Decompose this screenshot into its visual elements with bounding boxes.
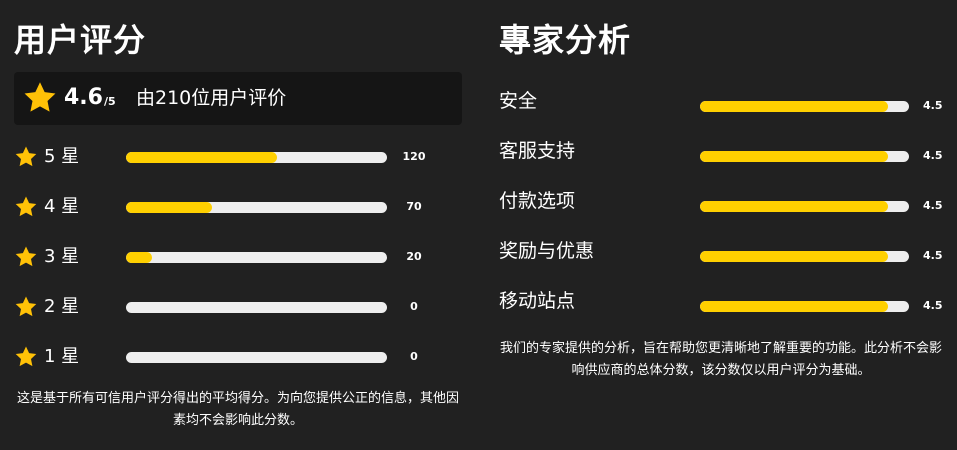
rating-bar-fill (126, 202, 213, 213)
star-row-label: 2 星 (44, 296, 80, 317)
expert-row-score: 4.5 (923, 299, 943, 312)
star-row-3: 3 星 20 (14, 242, 434, 272)
rating-bar (126, 352, 387, 363)
expert-row-label: 安全 (499, 90, 538, 112)
rating-summary: 4.6 /5 由210位用户评价 (14, 72, 462, 125)
star-row-label: 5 星 (44, 146, 80, 167)
rating-bar-fill (126, 152, 278, 163)
star-icon (15, 246, 37, 267)
expert-bar (700, 201, 909, 212)
star-row-count: 0 (410, 350, 418, 363)
expert-row-label: 奖励与优惠 (499, 240, 595, 262)
star-icon (15, 146, 37, 167)
expert-analysis-section: 專家分析 安全 4.5 客服支持 4.5 付款选项 4.5 奖励与优惠 4.5 … (499, 0, 943, 450)
rating-bar (126, 152, 387, 163)
rating-bar (126, 202, 387, 213)
user-ratings-note: 这是基于所有可信用户评分得出的平均得分。为向您提供公正的信息，其他因素均不会影响… (16, 391, 459, 428)
star-row-4: 4 星 70 (14, 192, 434, 222)
expert-analysis-title: 專家分析 (499, 21, 632, 59)
expert-row-score: 4.5 (923, 199, 943, 212)
rating-bar (126, 252, 387, 263)
expert-bar (700, 151, 909, 162)
expert-row-mobile: 移动站点 4.5 (499, 287, 943, 319)
expert-row-label: 客服支持 (499, 140, 576, 162)
star-row-count: 20 (406, 250, 422, 263)
star-row-label: 3 星 (44, 246, 80, 267)
star-row-count: 120 (402, 150, 426, 163)
expert-analysis-note: 我们的专家提供的分析，旨在帮助您更清晰地了解重要的功能。此分析不会影响供应商的总… (499, 341, 942, 378)
expert-row-label: 移动站点 (499, 290, 576, 312)
expert-row-support: 客服支持 4.5 (499, 137, 943, 169)
expert-row-label: 付款选项 (499, 190, 576, 212)
expert-row-score: 4.5 (923, 249, 943, 262)
expert-row-score: 4.5 (923, 149, 943, 162)
star-icon (24, 82, 56, 112)
expert-bar (700, 301, 909, 312)
star-icon (15, 296, 37, 317)
expert-row-payment: 付款选项 4.5 (499, 187, 943, 219)
star-row-label: 4 星 (44, 196, 80, 217)
star-row-2: 2 星 0 (14, 292, 434, 322)
expert-row-safety: 安全 4.5 (499, 87, 943, 119)
expert-row-bonuses: 奖励与优惠 4.5 (499, 237, 943, 269)
user-ratings-section: 用户评分 4.6 /5 由210位用户评价 5 星 120 4 星 70 3 星… (14, 0, 462, 450)
expert-bar-fill (700, 251, 889, 262)
star-row-count: 70 (406, 200, 422, 213)
expert-bar (700, 101, 909, 112)
expert-bar-fill (700, 151, 889, 162)
rating-count: 由210位用户评价 (136, 87, 287, 109)
expert-bar (700, 251, 909, 262)
average-score: 4.6 (64, 85, 103, 110)
rating-bar-fill (126, 252, 153, 263)
star-icon (15, 346, 37, 367)
star-icon (15, 196, 37, 217)
star-row-label: 1 星 (44, 346, 80, 367)
expert-bar-fill (700, 301, 889, 312)
user-ratings-title: 用户评分 (14, 21, 147, 59)
star-row-5: 5 星 120 (14, 142, 434, 172)
rating-bar (126, 302, 387, 313)
score-max: /5 (104, 95, 116, 108)
expert-bar-fill (700, 101, 889, 112)
expert-bar-fill (700, 201, 889, 212)
star-row-count: 0 (410, 300, 418, 313)
star-row-1: 1 星 0 (14, 342, 434, 372)
expert-row-score: 4.5 (923, 99, 943, 112)
